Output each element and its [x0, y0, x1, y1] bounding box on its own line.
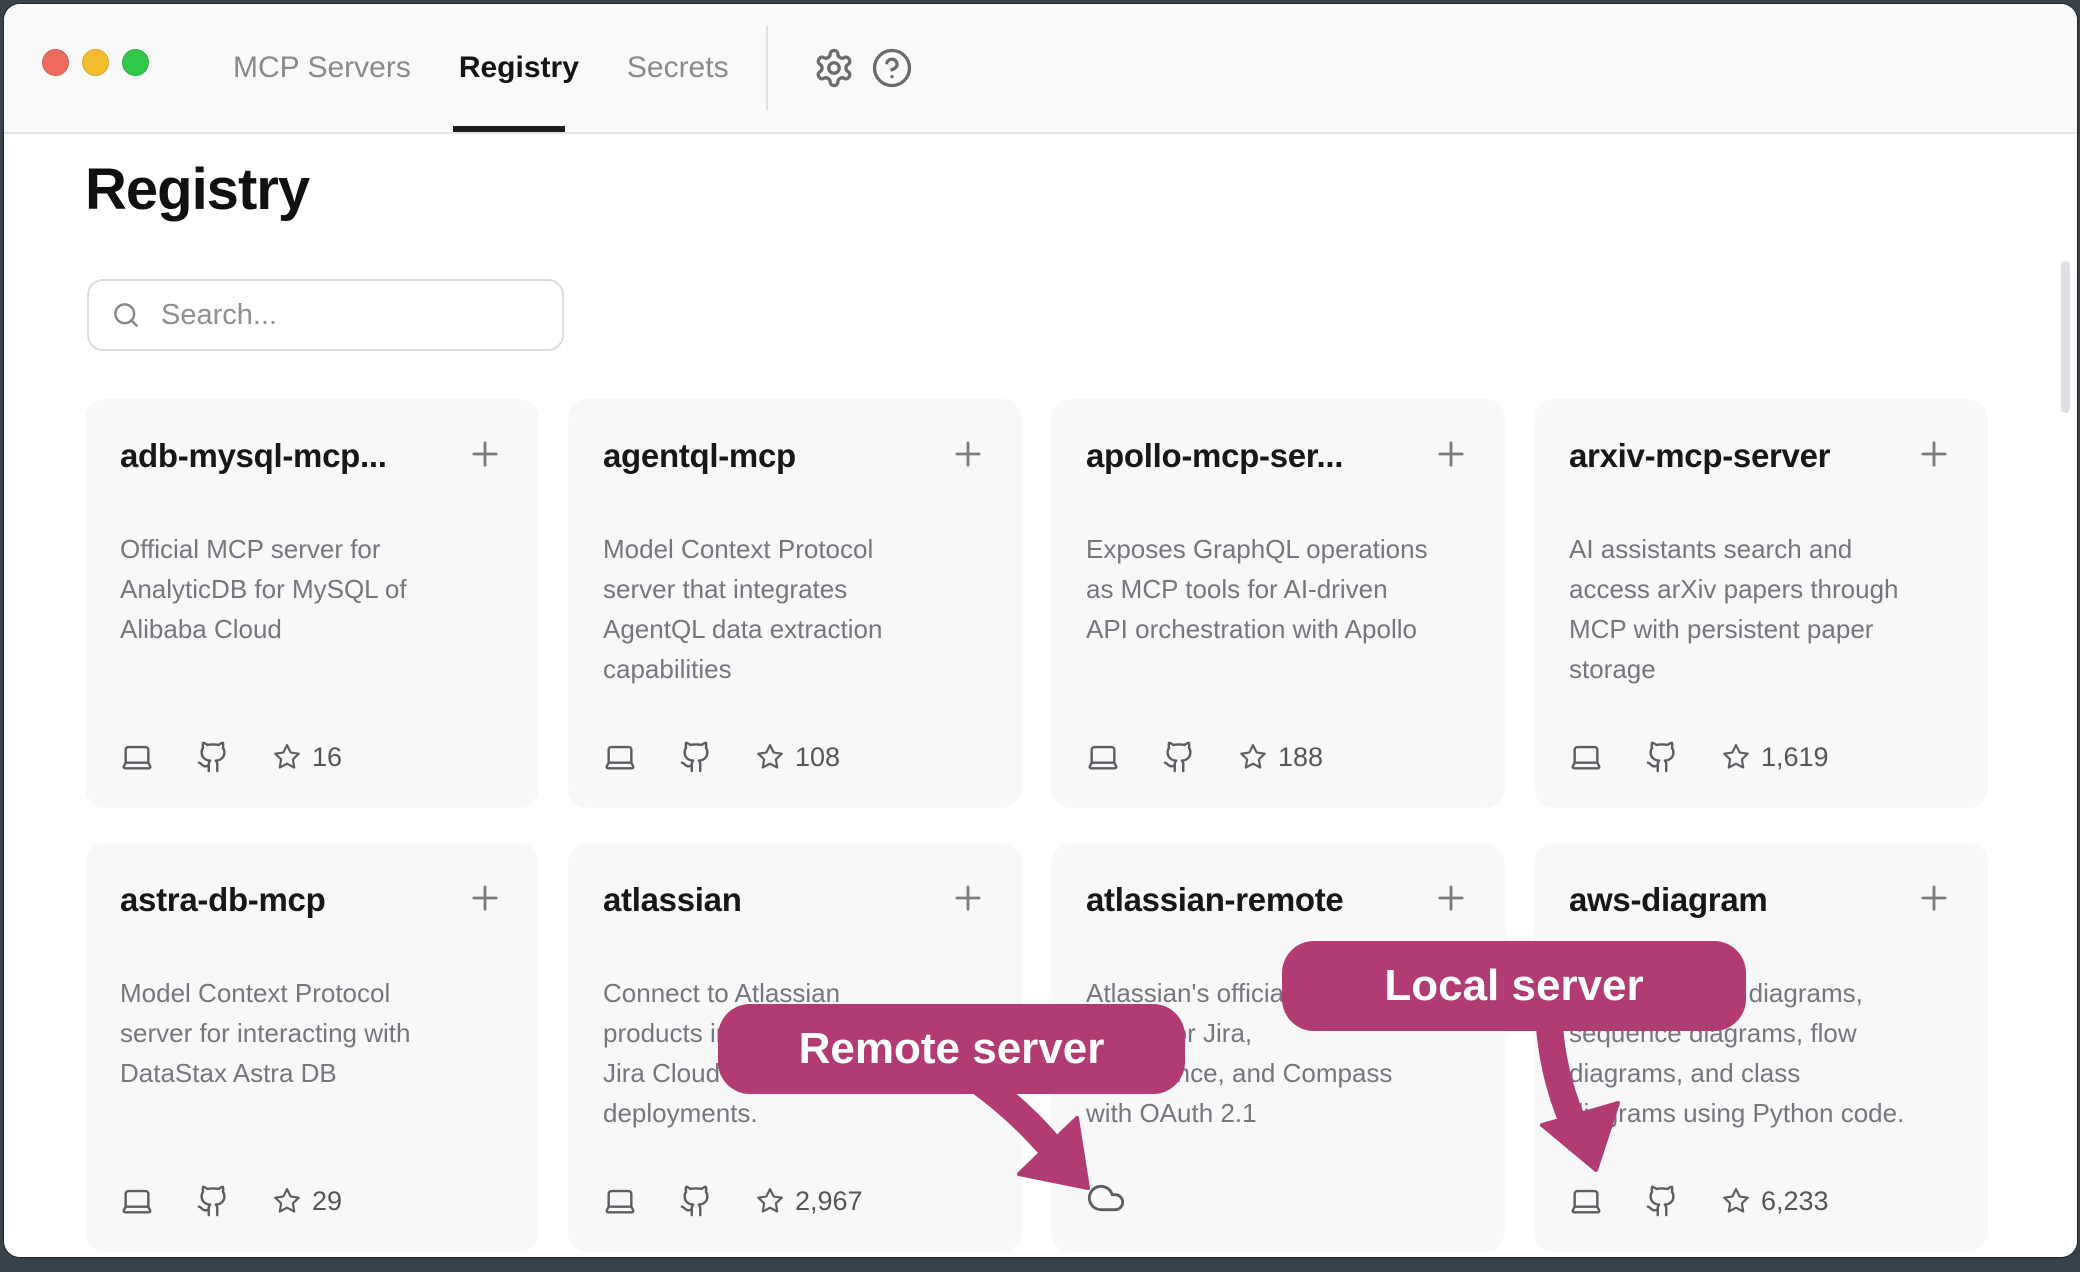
github-icon: [679, 740, 713, 774]
settings-button[interactable]: [810, 44, 858, 92]
github-icon: [1162, 740, 1196, 774]
github-icon: [1645, 1184, 1679, 1218]
star-count: 2,967: [795, 1186, 863, 1217]
laptop-icon: [603, 1184, 637, 1218]
server-card-atlassian: atlassian Connect to Atlassian products …: [568, 843, 1022, 1252]
add-server-button[interactable]: [1432, 435, 1470, 473]
add-server-button[interactable]: [949, 879, 987, 917]
laptop-icon: [120, 740, 154, 774]
server-card-grid: adb-mysql-mcp... Official MCP server for…: [85, 399, 1988, 1252]
server-name: apollo-mcp-ser...: [1086, 437, 1343, 475]
plus-icon: [1915, 879, 1953, 917]
star-count: 108: [795, 742, 840, 773]
star-count: 29: [312, 1186, 342, 1217]
server-name: astra-db-mcp: [120, 881, 325, 919]
active-tab-indicator: [453, 126, 565, 132]
gear-icon: [813, 47, 855, 89]
server-description: Atlassian's official MCP server for Jira…: [1086, 973, 1470, 1133]
close-button[interactable]: [42, 49, 69, 76]
laptop-icon: [1569, 740, 1603, 774]
title-bar: MCP Servers Registry Secrets: [4, 4, 2077, 134]
add-server-button[interactable]: [1915, 435, 1953, 473]
question-circle-icon: [871, 47, 913, 89]
github-icon: [196, 740, 230, 774]
cloud-icon: [1086, 1178, 1126, 1218]
server-name: aws-diagram: [1569, 881, 1767, 919]
server-name: adb-mysql-mcp...: [120, 437, 387, 475]
search-icon: [111, 300, 141, 330]
star-icon: [1721, 1186, 1751, 1216]
laptop-icon: [1086, 740, 1120, 774]
server-card-arxiv-mcp-server: arxiv-mcp-server AI assistants search an…: [1534, 399, 1988, 808]
plus-icon: [1915, 435, 1953, 473]
server-description: AI assistants search and access arXiv pa…: [1569, 529, 1953, 689]
star-icon: [755, 742, 785, 772]
laptop-icon: [1569, 1184, 1603, 1218]
add-server-button[interactable]: [1432, 879, 1470, 917]
server-card-agentql-mcp: agentql-mcp Model Context Protocol serve…: [568, 399, 1022, 808]
star-icon: [272, 742, 302, 772]
registry-page: Registry adb-mysql-mcp... Official MCP s…: [4, 134, 2077, 1257]
server-name: atlassian: [603, 881, 742, 919]
add-server-button[interactable]: [1915, 879, 1953, 917]
plus-icon: [1432, 435, 1470, 473]
minimize-button[interactable]: [82, 49, 109, 76]
server-card-apollo-mcp-server: apollo-mcp-ser... Exposes GraphQL operat…: [1051, 399, 1505, 808]
laptop-icon: [120, 1184, 154, 1218]
plus-icon: [1432, 879, 1470, 917]
server-name: atlassian-remote: [1086, 881, 1343, 919]
github-icon: [679, 1184, 713, 1218]
star-icon: [1238, 742, 1268, 772]
add-server-button[interactable]: [949, 435, 987, 473]
server-description: Generate AWS diagrams, sequence diagrams…: [1569, 973, 1953, 1133]
server-name: arxiv-mcp-server: [1569, 437, 1830, 475]
server-description: Connect to Atlassian products including …: [603, 973, 987, 1133]
star-icon: [1721, 742, 1751, 772]
star-icon: [272, 1186, 302, 1216]
server-name: agentql-mcp: [603, 437, 796, 475]
header-divider: [766, 26, 768, 110]
tab-secrets[interactable]: Secrets: [627, 51, 729, 85]
vertical-scrollbar[interactable]: [2061, 261, 2070, 413]
server-card-atlassian-remote: atlassian-remote Atlassian's official MC…: [1051, 843, 1505, 1252]
plus-icon: [466, 435, 504, 473]
laptop-icon: [603, 740, 637, 774]
app-window: MCP Servers Registry Secrets Registry: [4, 4, 2077, 1257]
page-title: Registry: [85, 156, 309, 223]
tab-registry[interactable]: Registry: [459, 51, 579, 85]
help-button[interactable]: [868, 44, 916, 92]
tab-bar: MCP Servers Registry Secrets: [233, 4, 729, 132]
tab-mcp-servers[interactable]: MCP Servers: [233, 51, 411, 85]
plus-icon: [466, 879, 504, 917]
search-box: [87, 279, 564, 351]
star-count: 16: [312, 742, 342, 773]
zoom-button[interactable]: [122, 49, 149, 76]
server-description: Model Context Protocol server for intera…: [120, 973, 504, 1093]
server-card-astra-db-mcp: astra-db-mcp Model Context Protocol serv…: [85, 843, 539, 1252]
plus-icon: [949, 435, 987, 473]
search-input[interactable]: [159, 298, 540, 333]
server-description: Official MCP server for AnalyticDB for M…: [120, 529, 504, 649]
server-card-aws-diagram: aws-diagram Generate AWS diagrams, seque…: [1534, 843, 1988, 1252]
github-icon: [196, 1184, 230, 1218]
server-description: Exposes GraphQL operations as MCP tools …: [1086, 529, 1470, 649]
server-card-adb-mysql-mcp: adb-mysql-mcp... Official MCP server for…: [85, 399, 539, 808]
server-description: Model Context Protocol server that integ…: [603, 529, 987, 689]
add-server-button[interactable]: [466, 879, 504, 917]
star-icon: [755, 1186, 785, 1216]
star-count: 6,233: [1761, 1186, 1829, 1217]
add-server-button[interactable]: [466, 435, 504, 473]
github-icon: [1645, 740, 1679, 774]
star-count: 188: [1278, 742, 1323, 773]
star-count: 1,619: [1761, 742, 1829, 773]
plus-icon: [949, 879, 987, 917]
